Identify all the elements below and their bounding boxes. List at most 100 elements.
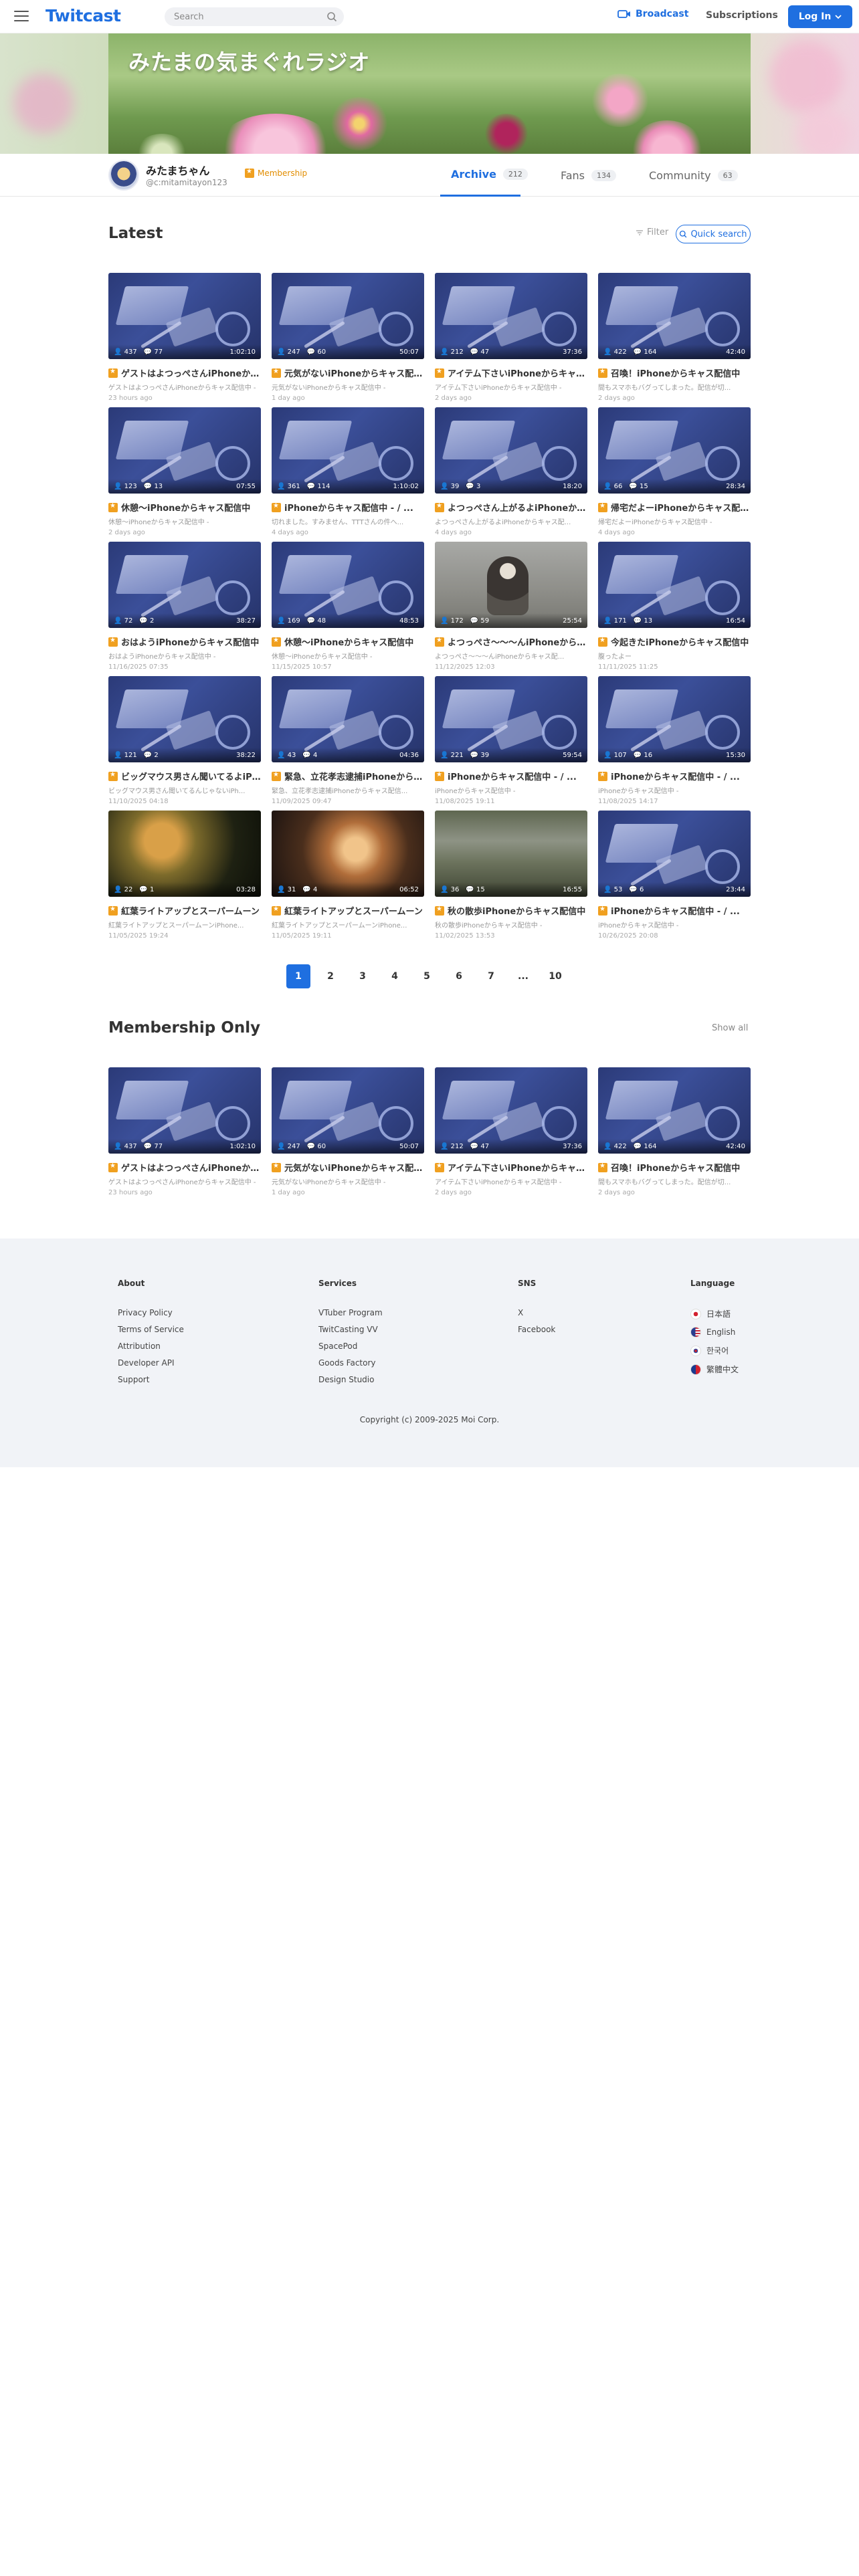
- video-title[interactable]: 秋の散歩iPhoneからキャス配信中: [435, 904, 587, 917]
- menu-icon[interactable]: [13, 9, 29, 23]
- video-card[interactable]: 👤 123 💬 13 07:55 休憩〜iPhoneからキャス配信中休憩〜iPhone…: [108, 407, 261, 542]
- video-title[interactable]: iPhoneからキャス配信中 - / ...: [272, 501, 424, 514]
- footer-link-facebook[interactable]: Facebook: [518, 1325, 555, 1334]
- video-title[interactable]: 休憩〜iPhoneからキャス配信中: [108, 501, 261, 514]
- video-thumbnail[interactable]: 👤 53 💬 6 23:44: [598, 811, 751, 897]
- video-thumbnail[interactable]: 👤 437 💬 77 1:02:10: [108, 1067, 261, 1154]
- video-title[interactable]: 紅葉ライトアップとスーパームーン: [108, 904, 261, 917]
- video-card[interactable]: 👤 212 💬 47 37:36 アイテム下さいiPhoneからキャス配信中アイテム下…: [435, 273, 587, 407]
- video-card[interactable]: 👤 43 💬 4 04:36 緊急、立花孝志逮捕iPhoneからキャス配信緊急、立花孝…: [272, 676, 424, 811]
- page-button[interactable]: 4: [383, 964, 407, 988]
- video-thumbnail[interactable]: 👤 72 💬 2 38:27: [108, 542, 261, 628]
- video-card[interactable]: 👤 172 💬 59 25:54 よつっぺさ〜〜〜んiPhoneからキャス配信よつっぺ…: [435, 542, 587, 676]
- video-thumbnail[interactable]: 👤 39 💬 3 18:20: [435, 407, 587, 494]
- footer-link[interactable]: TwitCasting VV: [318, 1325, 383, 1334]
- video-thumbnail[interactable]: 👤 247 💬 60 50:07: [272, 1067, 424, 1154]
- video-card[interactable]: 👤 107 💬 16 15:30 iPhoneからキャス配信中 - / ... iPho…: [598, 676, 751, 811]
- language-korean[interactable]: 한국어: [690, 1345, 739, 1356]
- video-card[interactable]: 👤 36 💬 15 16:55 秋の散歩iPhoneからキャス配信中秋の散歩iPhon…: [435, 811, 587, 945]
- video-card[interactable]: 👤 437 💬 77 1:02:10 ゲストはよつっぺさんiPhoneからキャス配信ゲ…: [108, 1067, 261, 1202]
- video-thumbnail[interactable]: 👤 36 💬 15 16:55: [435, 811, 587, 897]
- page-button[interactable]: 5: [415, 964, 439, 988]
- language-japanese[interactable]: 日本語: [690, 1308, 739, 1319]
- filter-button[interactable]: Filter: [636, 227, 668, 237]
- video-thumbnail[interactable]: 👤 422 💬 164 42:40: [598, 273, 751, 359]
- video-title[interactable]: 召喚！iPhoneからキャス配信中: [598, 366, 751, 379]
- video-thumbnail[interactable]: 👤 171 💬 13 16:54: [598, 542, 751, 628]
- footer-link[interactable]: VTuber Program: [318, 1308, 383, 1317]
- video-card[interactable]: 👤 171 💬 13 16:54 今起きたiPhoneからキャス配信中腹ったよー 11/…: [598, 542, 751, 676]
- video-thumbnail[interactable]: 👤 66 💬 15 28:34: [598, 407, 751, 494]
- video-thumbnail[interactable]: 👤 212 💬 47 37:36: [435, 273, 587, 359]
- video-title[interactable]: よつっぺさ〜〜〜んiPhoneからキャス配信: [435, 635, 587, 648]
- profile-name[interactable]: みたまちゃん: [146, 162, 210, 178]
- footer-link[interactable]: Goods Factory: [318, 1358, 383, 1368]
- footer-link[interactable]: Privacy Policy: [118, 1308, 184, 1317]
- language-traditional-chinese[interactable]: 繁體中文: [690, 1364, 739, 1375]
- tab-fans[interactable]: Fans 134: [561, 154, 617, 197]
- video-thumbnail[interactable]: 👤 437 💬 77 1:02:10: [108, 273, 261, 359]
- video-card[interactable]: 👤 247 💬 60 50:07 元気がないiPhoneからキャス配信中元気がないiP…: [272, 273, 424, 407]
- video-card[interactable]: 👤 72 💬 2 38:27 おはようiPhoneからキャス配信中おはようiPhone…: [108, 542, 261, 676]
- video-thumbnail[interactable]: 👤 31 💬 4 06:52: [272, 811, 424, 897]
- video-card[interactable]: 👤 53 💬 6 23:44 iPhoneからキャス配信中 - / ... iPhone…: [598, 811, 751, 945]
- footer-link[interactable]: Attribution: [118, 1341, 184, 1351]
- video-card[interactable]: 👤 66 💬 15 28:34 帰宅だよーiPhoneからキャス配信中帰宅だよーiPh…: [598, 407, 751, 542]
- footer-link[interactable]: Terms of Service: [118, 1325, 184, 1334]
- video-thumbnail[interactable]: 👤 22 💬 1 03:28: [108, 811, 261, 897]
- subscriptions-link[interactable]: Subscriptions: [706, 10, 778, 21]
- video-card[interactable]: 👤 169 💬 48 48:53 休憩〜iPhoneからキャス配信中休憩〜iPhone…: [272, 542, 424, 676]
- footer-link[interactable]: Developer API: [118, 1358, 184, 1368]
- video-thumbnail[interactable]: 👤 121 💬 2 38:22: [108, 676, 261, 762]
- video-title[interactable]: 紅葉ライトアップとスーパームーン: [272, 904, 424, 917]
- video-title[interactable]: 緊急、立花孝志逮捕iPhoneからキャス配信: [272, 770, 424, 782]
- video-title[interactable]: iPhoneからキャス配信中 - / ...: [598, 770, 751, 782]
- search-icon[interactable]: [326, 11, 337, 22]
- tab-archive[interactable]: Archive 212: [440, 154, 528, 197]
- show-all-link[interactable]: Show all: [712, 1023, 748, 1033]
- video-thumbnail[interactable]: 👤 123 💬 13 07:55: [108, 407, 261, 494]
- video-thumbnail[interactable]: 👤 221 💬 39 59:54: [435, 676, 587, 762]
- page-button[interactable]: 6: [447, 964, 471, 988]
- video-title[interactable]: 帰宅だよーiPhoneからキャス配信中: [598, 501, 751, 514]
- video-title[interactable]: ゲストはよつっぺさんiPhoneからキャス配信: [108, 1161, 261, 1174]
- page-button[interactable]: 7: [479, 964, 503, 988]
- video-thumbnail[interactable]: 👤 172 💬 59 25:54: [435, 542, 587, 628]
- video-card[interactable]: 👤 39 💬 3 18:20 よつっぺさん上がるよiPhoneからキャス配信よつっぺさ…: [435, 407, 587, 542]
- video-title[interactable]: おはようiPhoneからキャス配信中: [108, 635, 261, 648]
- video-title[interactable]: iPhoneからキャス配信中 - / ...: [598, 904, 751, 917]
- footer-link[interactable]: Design Studio: [318, 1375, 383, 1384]
- video-title[interactable]: 今起きたiPhoneからキャス配信中: [598, 635, 751, 648]
- page-button[interactable]: 2: [318, 964, 343, 988]
- video-title[interactable]: 休憩〜iPhoneからキャス配信中: [272, 635, 424, 648]
- video-card[interactable]: 👤 422 💬 164 42:40 召喚！iPhoneからキャス配信中間もスマホもバグ…: [598, 273, 751, 407]
- video-thumbnail[interactable]: 👤 361 💬 114 1:10:02: [272, 407, 424, 494]
- video-title[interactable]: よつっぺさん上がるよiPhoneからキャス配信: [435, 501, 587, 514]
- language-english[interactable]: English: [690, 1327, 739, 1337]
- footer-link[interactable]: Support: [118, 1375, 184, 1384]
- page-button[interactable]: 10: [543, 964, 567, 988]
- quick-search-button[interactable]: Quick search: [676, 225, 751, 243]
- video-title[interactable]: ゲストはよつっぺさんiPhoneからキャス配信: [108, 366, 261, 379]
- login-button[interactable]: Log In: [788, 5, 852, 28]
- footer-link-x[interactable]: X: [518, 1308, 555, 1317]
- video-title[interactable]: 召喚！iPhoneからキャス配信中: [598, 1161, 751, 1174]
- video-card[interactable]: 👤 422 💬 164 42:40 召喚！iPhoneからキャス配信中間もスマホもバグ…: [598, 1067, 751, 1202]
- video-title[interactable]: 元気がないiPhoneからキャス配信中: [272, 1161, 424, 1174]
- video-card[interactable]: 👤 361 💬 114 1:10:02 iPhoneからキャス配信中 - / ... 切…: [272, 407, 424, 542]
- video-title[interactable]: ビッグマウス男さん聞いてるよiPhoneから: [108, 770, 261, 782]
- video-thumbnail[interactable]: 👤 169 💬 48 48:53: [272, 542, 424, 628]
- video-thumbnail[interactable]: 👤 247 💬 60 50:07: [272, 273, 424, 359]
- video-card[interactable]: 👤 121 💬 2 38:22 ビッグマウス男さん聞いてるよiPhoneからビッグマウ…: [108, 676, 261, 811]
- video-title[interactable]: アイテム下さいiPhoneからキャス配信中: [435, 1161, 587, 1174]
- video-card[interactable]: 👤 247 💬 60 50:07 元気がないiPhoneからキャス配信中元気がないiP…: [272, 1067, 424, 1202]
- broadcast-button[interactable]: Broadcast: [617, 9, 688, 19]
- twitcast-logo[interactable]: Twitcast: [45, 6, 121, 25]
- tab-community[interactable]: Community 63: [649, 154, 738, 197]
- page-button[interactable]: 3: [351, 964, 375, 988]
- video-card[interactable]: 👤 221 💬 39 59:54 iPhoneからキャス配信中 - / ... iPho…: [435, 676, 587, 811]
- page-button[interactable]: 1: [286, 964, 310, 988]
- video-title[interactable]: 元気がないiPhoneからキャス配信中: [272, 366, 424, 379]
- video-title[interactable]: iPhoneからキャス配信中 - / ...: [435, 770, 587, 782]
- video-card[interactable]: 👤 22 💬 1 03:28 紅葉ライトアップとスーパームーン紅葉ライトアップとスーパ…: [108, 811, 261, 945]
